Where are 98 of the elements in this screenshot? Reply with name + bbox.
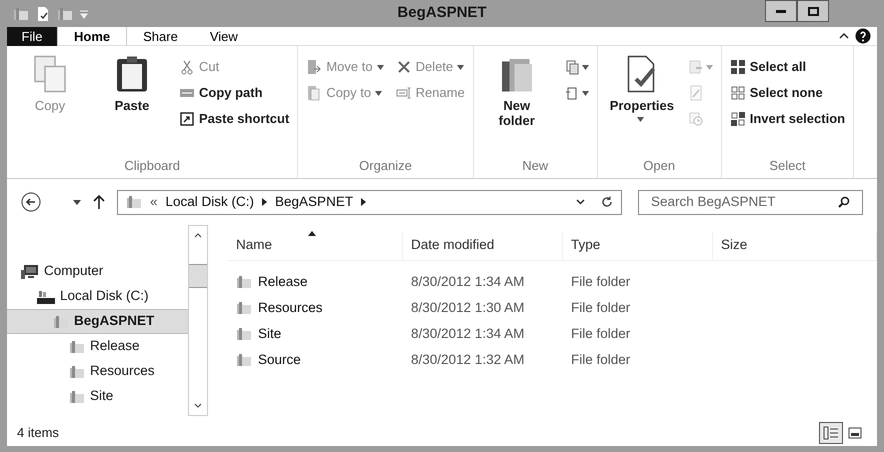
file-name[interactable]: Source xyxy=(258,350,301,370)
folder-icon xyxy=(69,364,85,380)
refresh-icon[interactable] xyxy=(601,196,613,208)
dropdown-icon[interactable] xyxy=(576,199,585,205)
scissors-icon xyxy=(179,59,195,75)
folder-icon xyxy=(13,6,29,22)
folder-icon xyxy=(69,388,85,404)
tree-item[interactable]: Site xyxy=(7,384,188,409)
file-name[interactable]: Release xyxy=(258,272,308,292)
recent-locations-icon[interactable] xyxy=(73,200,81,204)
scrollbar[interactable] xyxy=(188,225,208,416)
breadcrumb-arrow-icon[interactable] xyxy=(361,198,366,206)
file-name[interactable]: Site xyxy=(258,324,282,344)
group-label: Clipboard xyxy=(123,157,181,175)
folder-icon xyxy=(236,352,252,368)
overflow-chevron[interactable]: « xyxy=(150,192,158,212)
caret-icon xyxy=(457,64,464,70)
back-icon[interactable] xyxy=(21,192,41,212)
group-label: Open xyxy=(642,157,676,175)
table-cell-text: File folder xyxy=(570,272,632,291)
breadcrumb[interactable]: Local Disk (C:) xyxy=(166,192,254,212)
search-icon xyxy=(838,196,850,208)
ribbon-button[interactable]: New folder xyxy=(482,54,552,128)
properties-icon[interactable] xyxy=(35,6,51,22)
up-icon[interactable] xyxy=(93,195,105,209)
folder-icon xyxy=(236,326,252,342)
select-all-icon xyxy=(730,59,746,75)
search-field[interactable]: Search BegASPNET xyxy=(638,190,863,214)
column-header[interactable]: Type xyxy=(563,231,713,260)
table-cell-text: File folder xyxy=(570,324,632,343)
rename-icon xyxy=(396,85,412,101)
tree-item[interactable]: Resources xyxy=(7,359,188,384)
ribbon-button[interactable]: Paste xyxy=(97,54,167,113)
item-count: 4 items xyxy=(17,424,59,442)
maximize-button[interactable] xyxy=(797,0,829,22)
file-tab[interactable]: File xyxy=(7,26,57,46)
table-cell-text: 8/30/2012 1:34 AM xyxy=(410,272,526,291)
ribbon-button[interactable]: Select none xyxy=(730,80,846,106)
tree-item[interactable]: Release xyxy=(7,334,188,359)
tree-item[interactable]: BegASPNET xyxy=(7,309,188,334)
tree-item[interactable]: Computer xyxy=(7,259,188,284)
caret-icon xyxy=(582,90,589,96)
file-name[interactable]: Resources xyxy=(258,298,323,318)
folder-icon xyxy=(53,314,69,330)
delete-icon xyxy=(396,59,412,75)
window-title: BegASPNET xyxy=(396,3,488,24)
scroll-thumb[interactable] xyxy=(189,264,207,288)
caret-icon xyxy=(376,64,384,70)
new-folder-icon xyxy=(57,6,73,22)
tree-item[interactable]: Local Disk (C:) xyxy=(7,284,188,309)
group-label: New xyxy=(521,157,550,175)
table-cell-text: 8/30/2012 1:32 AM xyxy=(410,350,526,369)
history-icon xyxy=(688,111,704,127)
caret-icon xyxy=(375,90,382,96)
folder-icon xyxy=(69,338,85,354)
ribbon-button[interactable]: Properties xyxy=(606,54,676,122)
group-label: Select xyxy=(768,157,806,175)
ribbon-tab[interactable]: Share xyxy=(127,26,194,46)
copy-to-icon xyxy=(306,85,322,101)
column-header[interactable]: Date modified xyxy=(403,231,563,260)
select-none-icon xyxy=(730,85,746,101)
open-icon xyxy=(688,59,704,75)
shortcut-icon xyxy=(179,111,195,127)
ribbon-button[interactable]: Paste shortcut xyxy=(179,106,290,132)
table-cell-text: File folder xyxy=(570,298,632,317)
ribbon-button[interactable]: Invert selection xyxy=(730,106,846,132)
thumbnail-icon xyxy=(848,427,862,439)
group-label: Organize xyxy=(358,157,413,175)
column-header[interactable]: Size xyxy=(713,231,877,260)
ribbon-button[interactable]: Select all xyxy=(730,54,846,80)
breadcrumb[interactable]: BegASPNET xyxy=(275,192,354,212)
move-icon xyxy=(306,59,322,75)
minimize-button[interactable] xyxy=(765,0,797,22)
search-input[interactable]: Search BegASPNET xyxy=(651,192,838,212)
caret-icon xyxy=(637,117,644,122)
list-icon xyxy=(823,426,839,440)
collapse-ribbon-icon[interactable] xyxy=(839,32,849,40)
ribbon-tab[interactable]: View xyxy=(194,26,254,46)
address-bar[interactable]: « Local Disk (C:) BegASPNET xyxy=(117,190,622,214)
caret-icon xyxy=(582,64,589,70)
table-cell-text: 8/30/2012 1:34 AM xyxy=(410,324,526,343)
drive-icon xyxy=(37,288,55,304)
sort-ascending-icon xyxy=(308,231,316,236)
folder-icon xyxy=(236,274,252,290)
edit-icon xyxy=(688,85,704,101)
folder-icon xyxy=(236,300,252,316)
table-cell-text: File folder xyxy=(570,350,632,369)
folder-icon xyxy=(126,194,142,210)
ribbon-button[interactable]: Copy path xyxy=(179,80,290,106)
table-cell-text: 8/30/2012 1:30 AM xyxy=(410,298,526,317)
help-icon[interactable] xyxy=(855,28,871,44)
invert-selection-icon xyxy=(730,111,746,127)
caret-icon xyxy=(706,64,713,70)
details-view-button[interactable] xyxy=(819,422,843,444)
breadcrumb-arrow-icon[interactable] xyxy=(262,198,268,206)
new-item-icon xyxy=(564,59,580,75)
ribbon-tab[interactable]: Home xyxy=(57,26,128,46)
computer-icon xyxy=(21,264,39,280)
